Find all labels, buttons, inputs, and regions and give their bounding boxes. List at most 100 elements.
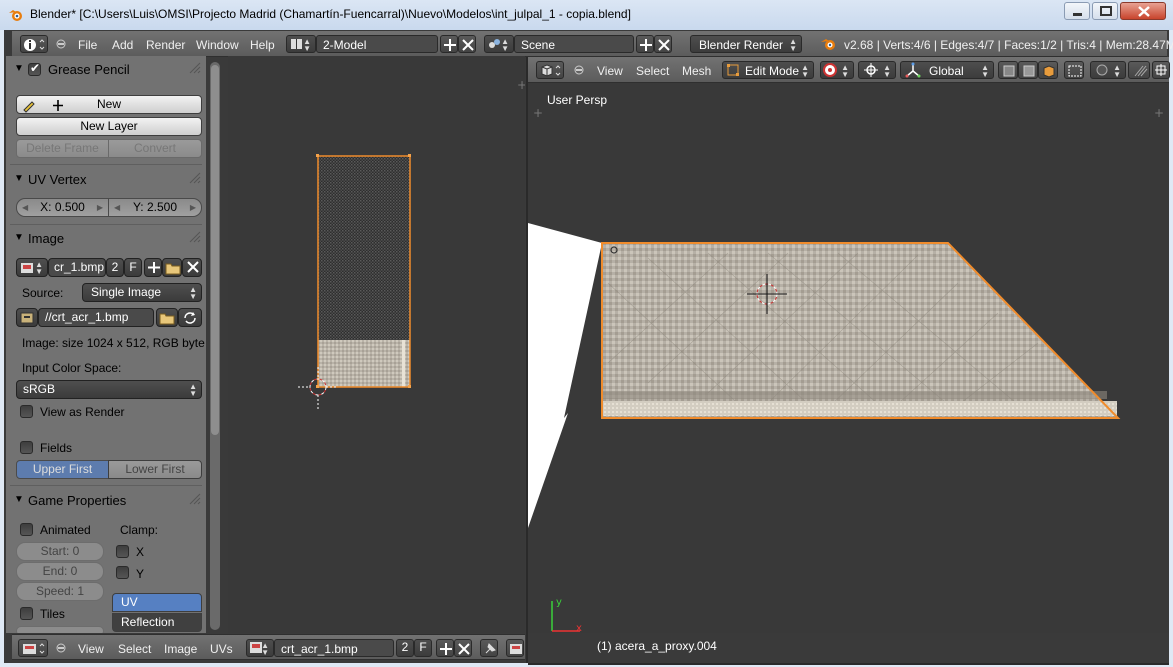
viewport-menu-view[interactable]: View <box>597 64 623 78</box>
menu-add[interactable]: Add <box>112 38 133 52</box>
region-expand-icon[interactable]: + <box>1154 106 1164 120</box>
image-browse-selector[interactable]: ▲ ▼ <box>246 639 274 657</box>
uv-new-image-button[interactable] <box>436 639 454 657</box>
panel-drag-handle-icon[interactable] <box>188 230 202 244</box>
reload-image-button[interactable] <box>178 308 202 327</box>
editor-split-divider[interactable] <box>526 57 528 663</box>
translate-manipulator-button[interactable] <box>998 61 1018 79</box>
shading-selector[interactable]: ▲ ▼ <box>820 61 854 79</box>
lower-first-option[interactable]: Lower First <box>108 460 202 479</box>
minimize-button[interactable] <box>1064 2 1090 20</box>
interaction-mode-selector[interactable]: Edit Mode ▲ ▼ <box>722 61 814 79</box>
upper-first-option[interactable]: Upper First <box>16 460 109 479</box>
scene-selector[interactable]: ▲ ▼ <box>484 35 514 53</box>
image-users-count[interactable]: 2 <box>106 258 124 277</box>
uv-unlink-image-button[interactable] <box>454 639 472 657</box>
image-name-field[interactable]: cr_1.bmp <box>48 258 106 277</box>
end-field[interactable]: End: 0 <box>16 562 104 581</box>
delete-screen-button[interactable] <box>458 35 476 53</box>
view-as-render-checkbox[interactable] <box>20 405 33 418</box>
properties-scrollbar[interactable] <box>210 62 220 630</box>
editor-type-uv-button[interactable] <box>18 639 48 657</box>
speed-field[interactable]: Speed: 1 <box>16 582 104 601</box>
screen-layout-selector[interactable]: ▲ ▼ <box>286 35 316 53</box>
fields-checkbox[interactable] <box>20 441 33 454</box>
fake-user-toggle[interactable]: F <box>124 258 142 277</box>
menu-render[interactable]: Render <box>146 38 185 52</box>
panel-drag-handle-icon[interactable] <box>188 61 202 75</box>
uv-menu-image[interactable]: Image <box>164 642 197 656</box>
close-window-button[interactable] <box>1120 2 1166 20</box>
unlink-image-button[interactable] <box>182 258 202 277</box>
clamp-y-checkbox[interactable] <box>116 566 129 579</box>
panel-drag-handle-icon[interactable] <box>188 171 202 185</box>
tiles-x-field[interactable] <box>16 626 104 633</box>
screen-layout-name-field[interactable]: 2-Model <box>316 35 438 53</box>
region-expand-icon[interactable]: + <box>517 78 527 92</box>
animated-checkbox[interactable] <box>20 523 33 536</box>
maximize-button[interactable] <box>1092 2 1118 20</box>
start-field[interactable]: Start: 0 <box>16 542 104 561</box>
proportional-edit-selector[interactable]: ▲ ▼ <box>1090 61 1126 79</box>
add-scene-button[interactable] <box>636 35 654 53</box>
grease-pencil-new-button[interactable]: New <box>16 95 202 114</box>
viewport-menu-select[interactable]: Select <box>636 64 669 78</box>
scale-manipulator-button[interactable] <box>1038 61 1058 79</box>
editor-type-3d-button[interactable] <box>536 61 564 79</box>
pin-image-button[interactable] <box>480 639 498 657</box>
add-screen-button[interactable] <box>440 35 458 53</box>
menu-window[interactable]: Window <box>196 38 239 52</box>
tiles-checkbox[interactable] <box>20 607 33 620</box>
delete-frame-button[interactable]: Delete Frame <box>16 139 109 158</box>
reflection-option[interactable]: Reflection <box>112 613 202 632</box>
uv-image-users[interactable]: 2 <box>396 639 414 657</box>
uv-fake-user-toggle[interactable]: F <box>414 639 432 657</box>
pivot-point-selector[interactable]: ▲ ▼ <box>858 61 896 79</box>
color-space-selector[interactable]: sRGB ▲ ▼ <box>16 380 202 399</box>
new-layer-button[interactable]: New Layer <box>16 117 202 136</box>
layer-button[interactable] <box>1064 61 1084 79</box>
uv-vertex-panel-header[interactable]: ▼ UV Vertex <box>6 168 206 192</box>
source-selector[interactable]: Single Image ▲ ▼ <box>82 283 202 302</box>
panel-drag-handle-icon[interactable] <box>188 492 202 506</box>
uv-y-field[interactable]: ◀ Y: 2.500 ▶ <box>108 198 202 217</box>
snap-toggle-button[interactable] <box>1128 61 1150 79</box>
render-engine-selector[interactable]: Blender Render ▲ ▼ <box>690 35 802 53</box>
uv-image-icon-button[interactable] <box>506 639 524 657</box>
browse-file-button[interactable] <box>156 308 178 327</box>
uv-menu-select[interactable]: Select <box>118 642 151 656</box>
uv-x-field[interactable]: ◀ X: 0.500 ▶ <box>16 198 109 217</box>
uv-canvas[interactable]: + <box>228 56 527 633</box>
transform-orientation-selector[interactable]: Global ▲ ▼ <box>900 61 994 79</box>
collapse-menus-icon[interactable] <box>56 643 66 653</box>
scrollbar-thumb[interactable] <box>211 65 219 435</box>
collapse-menus-icon[interactable] <box>574 65 584 75</box>
uv-coordinates-option[interactable]: UV Coordinates <box>112 593 202 626</box>
grease-pencil-panel-header[interactable]: ▼ Grease Pencil <box>6 58 206 82</box>
grease-pencil-toggle[interactable] <box>28 61 41 76</box>
uv-image-name-field[interactable]: crt_acr_1.bmp <box>274 639 394 657</box>
viewport-canvas[interactable]: + + <box>528 83 1169 633</box>
image-panel-header[interactable]: ▼ Image <box>6 227 206 251</box>
convert-button[interactable]: Convert <box>108 139 202 158</box>
game-properties-panel-header[interactable]: ▼ Game Properties <box>6 489 206 513</box>
menu-help[interactable]: Help <box>250 38 275 52</box>
clamp-x-checkbox[interactable] <box>116 545 129 558</box>
image-filepath-field[interactable]: //crt_acr_1.bmp <box>38 308 154 327</box>
scene-name-field[interactable]: Scene <box>514 35 634 53</box>
open-image-button[interactable] <box>162 258 182 277</box>
pack-image-button[interactable] <box>16 308 38 327</box>
viewport-menu-mesh[interactable]: Mesh <box>682 64 711 78</box>
collapse-menus-icon[interactable] <box>56 39 66 49</box>
rotate-manipulator-button[interactable] <box>1018 61 1038 79</box>
uv-menu-uvs[interactable]: UVs <box>210 642 233 656</box>
image-browse-selector[interactable]: ▲ ▼ <box>16 258 48 277</box>
delete-scene-button[interactable] <box>654 35 672 53</box>
menu-file[interactable]: File <box>78 38 97 52</box>
new-image-button[interactable] <box>144 258 162 277</box>
selected-mesh-face[interactable] <box>601 242 1121 419</box>
uv-menu-view[interactable]: View <box>78 642 104 656</box>
region-expand-icon[interactable]: + <box>533 106 543 120</box>
uv-image-editor[interactable]: + <box>228 56 527 633</box>
snap-element-button[interactable] <box>1152 61 1170 79</box>
